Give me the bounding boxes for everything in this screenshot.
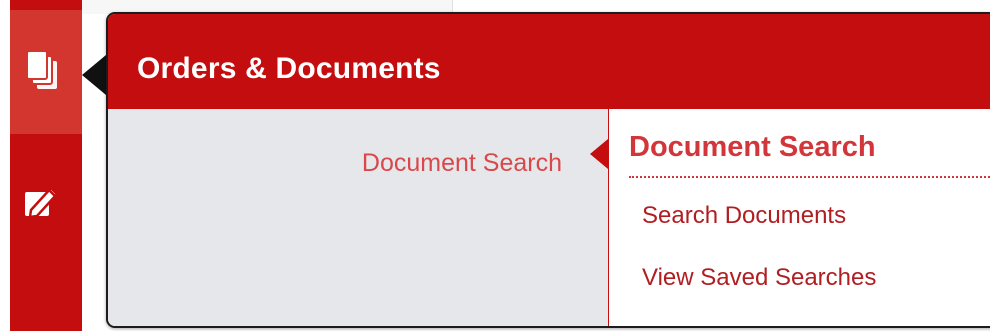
section-divider [629,176,990,178]
search-documents-link[interactable]: Search Documents [642,202,846,230]
orders-documents-flyout: Orders & Documents Document Search Docum… [106,12,990,328]
flyout-header: Orders & Documents [108,14,990,109]
section-heading: Document Search [629,131,876,163]
side-navigation [0,0,82,331]
view-saved-searches-link[interactable]: View Saved Searches [642,264,876,292]
category-pane: Document Search [108,109,609,326]
sidebar-item-orders-documents[interactable] [0,10,82,134]
category-document-search[interactable]: Document Search [362,149,562,178]
window-gutter [0,0,10,331]
flyout-pointer [82,55,106,95]
app-stage: Orders & Documents Document Search Docum… [0,0,990,331]
category-pointer [590,139,608,169]
flyout-title: Orders & Documents [137,52,441,85]
sidebar-item-edit[interactable] [0,138,82,262]
links-pane: Document Search Search Documents View Sa… [609,109,990,326]
edit-document-icon [21,180,61,220]
documents-icon [21,49,61,95]
